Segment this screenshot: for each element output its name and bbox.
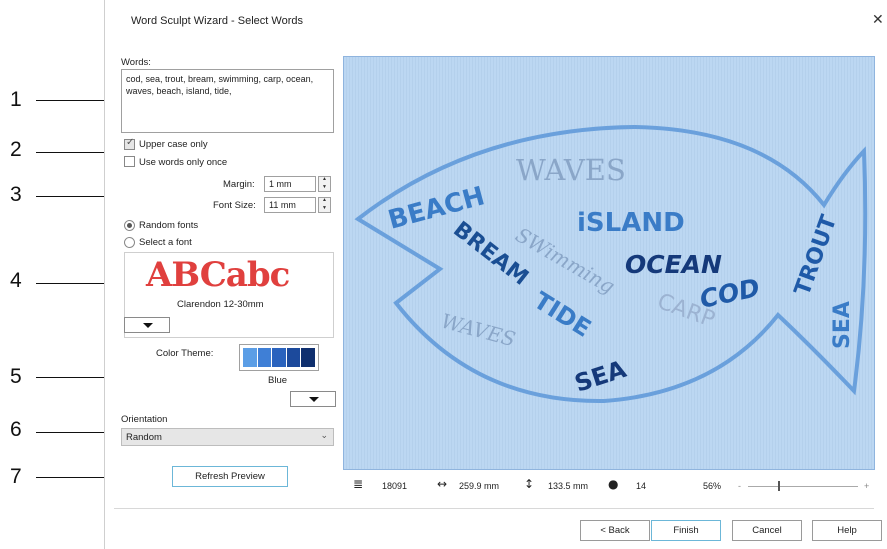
orientation-label: Orientation <box>121 414 168 425</box>
font-dropdown-button[interactable] <box>124 317 170 333</box>
swatch-1 <box>243 348 257 367</box>
color-theme-dropdown-button[interactable] <box>290 391 336 407</box>
preview-canvas[interactable]: WAVES BEACH iSLAND BREAM SWimming OCEAN … <box>343 56 875 470</box>
upper-case-label: Upper case only <box>139 139 208 150</box>
orientation-value: Random <box>126 432 162 443</box>
callout-4: 4 <box>10 269 22 292</box>
use-once-label: Use words only once <box>139 157 228 168</box>
word-sea-tail: SEA <box>830 301 855 349</box>
words-label: Words: <box>121 57 151 68</box>
orientation-select[interactable]: Random ⌄ <box>121 428 334 446</box>
cancel-button[interactable]: Cancel <box>732 520 802 541</box>
margin-label: Margin: <box>223 179 255 190</box>
random-fonts-label: Random fonts <box>139 220 199 231</box>
swatch-3 <box>272 348 286 367</box>
margin-input[interactable]: 1 mm <box>264 176 316 192</box>
word-island: iSLAND <box>577 208 685 238</box>
close-icon[interactable]: ✕ <box>872 12 884 28</box>
stitch-count: 18091 <box>382 481 408 491</box>
callout-5: 5 <box>10 365 22 388</box>
word-waves-bottom: WAVES <box>439 309 518 352</box>
random-fonts-radio[interactable] <box>124 220 135 231</box>
color-theme-swatches[interactable] <box>239 344 319 371</box>
font-size-input[interactable]: 11 mm <box>264 197 316 213</box>
swatch-2 <box>257 348 272 367</box>
word-sea-bottom: SEA <box>571 355 630 398</box>
footer-separator <box>114 508 874 509</box>
zoom-slider-thumb[interactable] <box>778 481 780 491</box>
callout-7: 7 <box>10 465 22 488</box>
dialog-title: Word Sculpt Wizard - Select Words <box>131 15 303 27</box>
margin-stepper[interactable] <box>318 176 331 192</box>
design-width: 259.9 mm <box>459 481 500 491</box>
words-textarea[interactable]: cod, sea, trout, bream, swimming, carp, … <box>121 69 334 133</box>
font-size-label: Font Size: <box>213 200 256 211</box>
word-trout: TROUT <box>790 212 842 299</box>
callout-2: 2 <box>10 138 22 161</box>
stitches-icon: ≣ <box>353 477 364 491</box>
color-theme-name: Blue <box>268 375 288 386</box>
word-tide: TIDE <box>529 286 596 342</box>
back-button[interactable]: < Back <box>580 520 650 541</box>
refresh-preview-button[interactable]: Refresh Preview <box>172 466 288 487</box>
palette-icon: ● <box>608 477 619 491</box>
color-theme-label: Color Theme: <box>156 348 214 359</box>
height-icon: ↕ <box>524 477 535 491</box>
fish-preview-svg: WAVES BEACH iSLAND BREAM SWimming OCEAN … <box>354 124 868 404</box>
font-size-stepper[interactable] <box>318 197 331 213</box>
callout-6: 6 <box>10 418 22 441</box>
zoom-in-button[interactable]: + <box>864 481 869 491</box>
word-waves-top: WAVES <box>516 153 626 187</box>
callout-1: 1 <box>10 88 22 111</box>
font-sample: ABCabc <box>146 255 290 295</box>
swatch-5 <box>301 348 315 367</box>
design-height: 133.5 mm <box>548 481 589 491</box>
zoom-slider-track[interactable] <box>748 486 858 487</box>
color-count: 14 <box>636 481 647 491</box>
help-button[interactable]: Help <box>812 520 882 541</box>
finish-button[interactable]: Finish <box>651 520 721 541</box>
width-icon: ↔ <box>437 477 448 491</box>
zoom-out-button[interactable]: - <box>738 481 741 491</box>
swatch-4 <box>286 348 301 367</box>
callout-3: 3 <box>10 183 22 206</box>
select-font-label: Select a font <box>139 237 192 248</box>
zoom-level: 56% <box>703 481 722 491</box>
chevron-down-icon: ⌄ <box>320 431 328 441</box>
upper-case-checkbox[interactable] <box>124 137 135 150</box>
use-once-checkbox[interactable] <box>124 156 135 167</box>
font-name: Clarendon 12-30mm <box>177 299 264 310</box>
word-ocean: OCEAN <box>625 250 722 279</box>
select-font-radio[interactable] <box>124 237 135 248</box>
